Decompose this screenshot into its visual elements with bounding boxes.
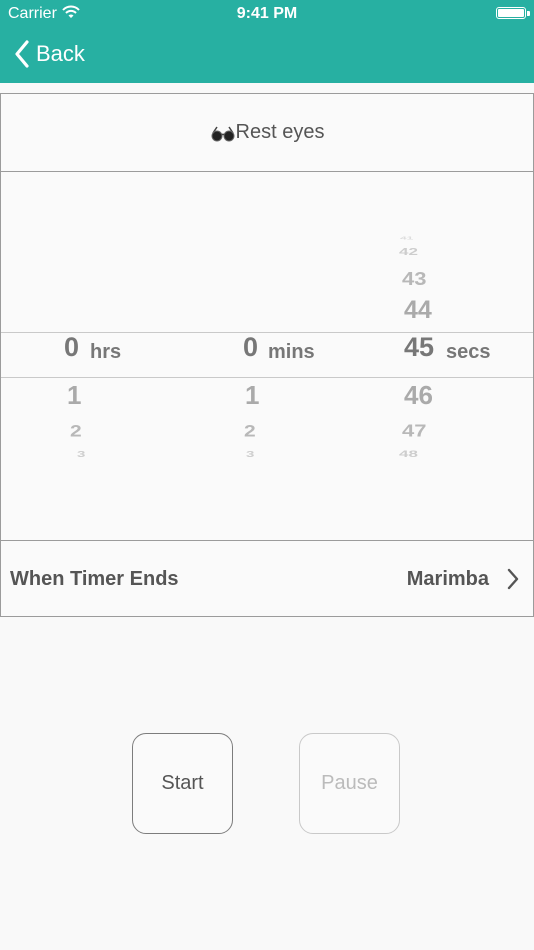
chevron-left-icon — [15, 40, 29, 68]
minutes-option[interactable]: 3 — [246, 450, 254, 459]
seconds-option[interactable]: 43 — [402, 268, 426, 290]
picker-selection-bottom — [1, 377, 533, 378]
when-timer-ends-label: When Timer Ends — [10, 568, 179, 590]
start-button[interactable]: Start — [132, 733, 233, 834]
minutes-option[interactable]: 1 — [245, 380, 259, 411]
seconds-option[interactable]: 48 — [399, 449, 418, 460]
when-timer-ends-row[interactable]: When Timer Ends Marimba — [1, 540, 533, 617]
timer-card: Rest eyes 0 hrs 1 2 3 0 mins 1 2 3 41 42… — [0, 93, 534, 617]
timer-title: Rest eyes — [1, 94, 533, 172]
duration-picker[interactable]: 0 hrs 1 2 3 0 mins 1 2 3 41 42 43 44 45 … — [1, 172, 533, 539]
seconds-option[interactable]: 41 — [400, 235, 413, 241]
hours-selected[interactable]: 0 — [64, 332, 79, 363]
seconds-selected[interactable]: 45 — [404, 332, 434, 363]
battery-tip — [527, 11, 530, 16]
picker-selection-top — [1, 332, 533, 333]
back-label: Back — [36, 41, 85, 66]
hours-unit: hrs — [90, 341, 122, 363]
seconds-option[interactable]: 46 — [404, 380, 433, 411]
battery-icon — [496, 7, 526, 19]
minutes-selected[interactable]: 0 — [243, 332, 258, 363]
timer-name: Rest eyes — [235, 121, 325, 143]
seconds-option[interactable]: 47 — [402, 421, 426, 442]
hours-option[interactable]: 1 — [67, 380, 81, 411]
chevron-right-icon — [507, 568, 519, 590]
alarm-sound-value: Marimba — [406, 568, 489, 590]
back-button[interactable]: Back — [14, 38, 85, 70]
status-time: 9:41 PM — [236, 5, 298, 22]
seconds-option[interactable]: 42 — [399, 246, 418, 258]
minutes-unit: mins — [268, 341, 315, 363]
eyeglasses-icon — [211, 126, 235, 141]
hours-option[interactable]: 2 — [70, 423, 82, 442]
hours-option[interactable]: 3 — [77, 450, 85, 459]
status-bar: Carrier 9:41 PM — [0, 0, 534, 28]
nav-bar: Carrier 9:41 PM Back — [0, 0, 534, 83]
seconds-option[interactable]: 44 — [404, 296, 432, 325]
minutes-option[interactable]: 2 — [244, 423, 256, 442]
seconds-unit: secs — [446, 341, 491, 363]
pause-button[interactable]: Pause — [299, 733, 400, 834]
